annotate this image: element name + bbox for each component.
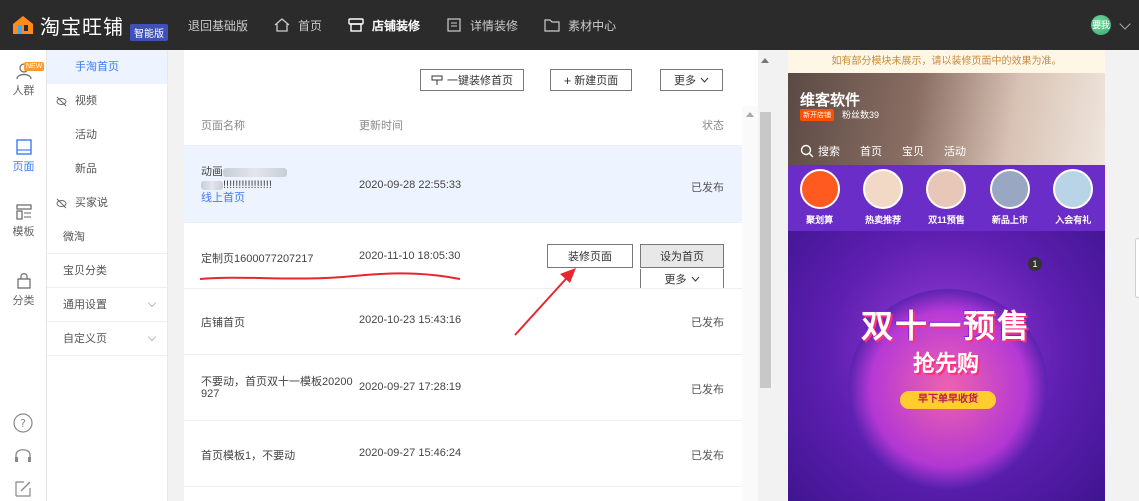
nav-material-center[interactable]: 素材中心 (544, 17, 616, 34)
icon-rail: NEW 人群 页面 模板 分类 ? (0, 50, 47, 501)
submenu-group-video-label: 视频 (75, 95, 97, 107)
category-label: 双11预售 (928, 215, 965, 225)
preview-notice: 如有部分模块未展示，请以装修页面中的效果为准。 (788, 50, 1105, 73)
banner-subtitle: 抢先购 (912, 351, 979, 376)
home-icon (274, 18, 290, 32)
template-icon (15, 204, 32, 220)
submenu-item-new[interactable]: 新品 (47, 152, 167, 186)
shop-name: 维客软件 (800, 92, 861, 109)
category-item[interactable]: 双11预售 (918, 169, 974, 226)
new-shop-badge: 新开店铺 (800, 109, 834, 121)
category-thumb (926, 169, 967, 209)
svg-text:?: ? (20, 417, 26, 430)
nav-detail-decor[interactable]: 详情装修 (446, 17, 518, 34)
nav-material-center-label: 素材中心 (568, 18, 617, 33)
scroll-up-icon[interactable] (761, 58, 769, 63)
category-thumb (799, 169, 840, 209)
promo-banner[interactable]: 1 双十一预售 抢先购 早下单早收货 (788, 231, 1105, 501)
chevron-down-icon (147, 332, 157, 342)
page-submenu: 手淘首页 视频 活动 新品 买家说 微淘 宝贝分类 通用设置 自定义页 (47, 50, 168, 501)
bag-icon (16, 273, 31, 289)
submenu-group-buyer-says-label: 买家说 (75, 197, 108, 209)
detail-icon (447, 18, 461, 32)
submenu-item-custom-page-label: 自定义页 (63, 333, 107, 345)
rail-item-people[interactable]: NEW 人群 (0, 62, 47, 98)
rail-item-category-label: 分类 (12, 295, 35, 307)
mobile-preview: 如有部分模块未展示，请以装修页面中的效果为准。 维客软件 新开店铺 粉丝数39 … (788, 50, 1105, 501)
shop-nav: 搜索 首页 宝贝 活动 (788, 143, 1105, 159)
chevron-down-icon (147, 298, 157, 308)
category-label: 热卖推荐 (865, 215, 902, 225)
nav-detail-decor-label: 详情装修 (470, 18, 519, 33)
logo-text: 淘宝旺铺 (40, 16, 124, 39)
fans-count: 粉丝数39 (842, 110, 880, 120)
submenu-item-mobile-home[interactable]: 手淘首页 (47, 50, 167, 84)
back-to-basic-link[interactable]: 退回基础版 (188, 17, 248, 34)
shop-nav-home[interactable]: 首页 (860, 143, 882, 159)
folder-icon (544, 19, 560, 32)
shop-header: 维客软件 新开店铺 粉丝数39 搜索 首页 宝贝 活动 (788, 73, 1105, 165)
rail-item-page-label: 页面 (12, 161, 35, 173)
submenu-item-general-settings[interactable]: 通用设置 (47, 288, 167, 322)
category-row: 聚划算 热卖推荐 双11预售 新品上市 入会有礼 (788, 165, 1105, 231)
shop-nav-activity[interactable]: 活动 (944, 143, 966, 159)
red-annotation (199, 268, 576, 336)
category-thumb (989, 169, 1030, 209)
submenu-item-custom-page[interactable]: 自定义页 (47, 322, 167, 356)
nav-shop-decor-label: 店铺装修 (372, 18, 421, 33)
nav-home[interactable]: 首页 (274, 17, 322, 34)
new-badge: NEW (24, 62, 45, 71)
user-avatar[interactable]: 要我 (1091, 15, 1111, 35)
headset-icon[interactable] (12, 445, 34, 467)
page-scrollbar[interactable] (758, 50, 773, 501)
rail-item-category[interactable]: 分类 (0, 272, 47, 308)
edit-icon[interactable] (12, 478, 34, 500)
taobao-logo-icon (13, 16, 33, 34)
page-list-panel: 一键装修首页 + 新建页面 更多 页面名称 更新时间 状态 动画 !!!!!!!… (184, 50, 758, 501)
edition-badge: 智能版 (130, 23, 168, 41)
category-label: 入会有礼 (1055, 215, 1092, 225)
category-label: 新品上市 (991, 215, 1028, 225)
logo[interactable]: 淘宝旺铺 智能版 (12, 10, 168, 41)
rail-item-template-label: 模板 (12, 226, 35, 238)
eye-off-icon (56, 198, 67, 209)
rail-item-people-label: 人群 (12, 85, 35, 97)
submenu-item-general-settings-label: 通用设置 (63, 299, 107, 311)
shop-nav-search[interactable]: 搜索 (818, 143, 840, 159)
top-bar: 淘宝旺铺 智能版 退回基础版 首页 店铺装修 详情装修 素材中心 要我 (0, 0, 1139, 50)
scroll-thumb[interactable] (760, 112, 771, 388)
category-thumb (1053, 169, 1094, 209)
page-icon (15, 139, 32, 155)
submenu-item-activity[interactable]: 活动 (47, 118, 167, 152)
eye-off-icon (56, 96, 67, 107)
category-label: 聚划算 (806, 215, 834, 225)
category-item[interactable]: 新品上市 (982, 169, 1038, 226)
nav-shop-decor[interactable]: 店铺装修 (348, 17, 420, 34)
search-icon[interactable] (800, 144, 814, 158)
chevron-down-icon[interactable] (1119, 18, 1131, 30)
nav-home-label: 首页 (298, 18, 323, 33)
banner-pill: 早下单早收货 (900, 391, 996, 409)
category-thumb (863, 169, 904, 209)
submenu-item-weitao[interactable]: 微淘 (47, 220, 167, 254)
shop-decor-icon (348, 18, 364, 32)
submenu-item-item-category[interactable]: 宝贝分类 (47, 254, 167, 288)
category-item[interactable]: 热卖推荐 (855, 169, 911, 226)
banner-title: 双十一预售 (860, 308, 1031, 344)
banner-index: 1 (1028, 257, 1042, 271)
submenu-group-buyer-says[interactable]: 买家说 (47, 186, 167, 220)
right-edge (1105, 50, 1139, 501)
rail-item-page[interactable]: 页面 (0, 138, 47, 174)
submenu-group-video[interactable]: 视频 (47, 84, 167, 118)
side-drawer-handle[interactable] (1135, 238, 1139, 298)
help-icon[interactable]: ? (12, 412, 34, 434)
shop-nav-items[interactable]: 宝贝 (902, 143, 924, 159)
rail-item-template[interactable]: 模板 (0, 203, 47, 239)
category-item[interactable]: 聚划算 (792, 169, 848, 226)
category-item[interactable]: 入会有礼 (1045, 169, 1101, 226)
